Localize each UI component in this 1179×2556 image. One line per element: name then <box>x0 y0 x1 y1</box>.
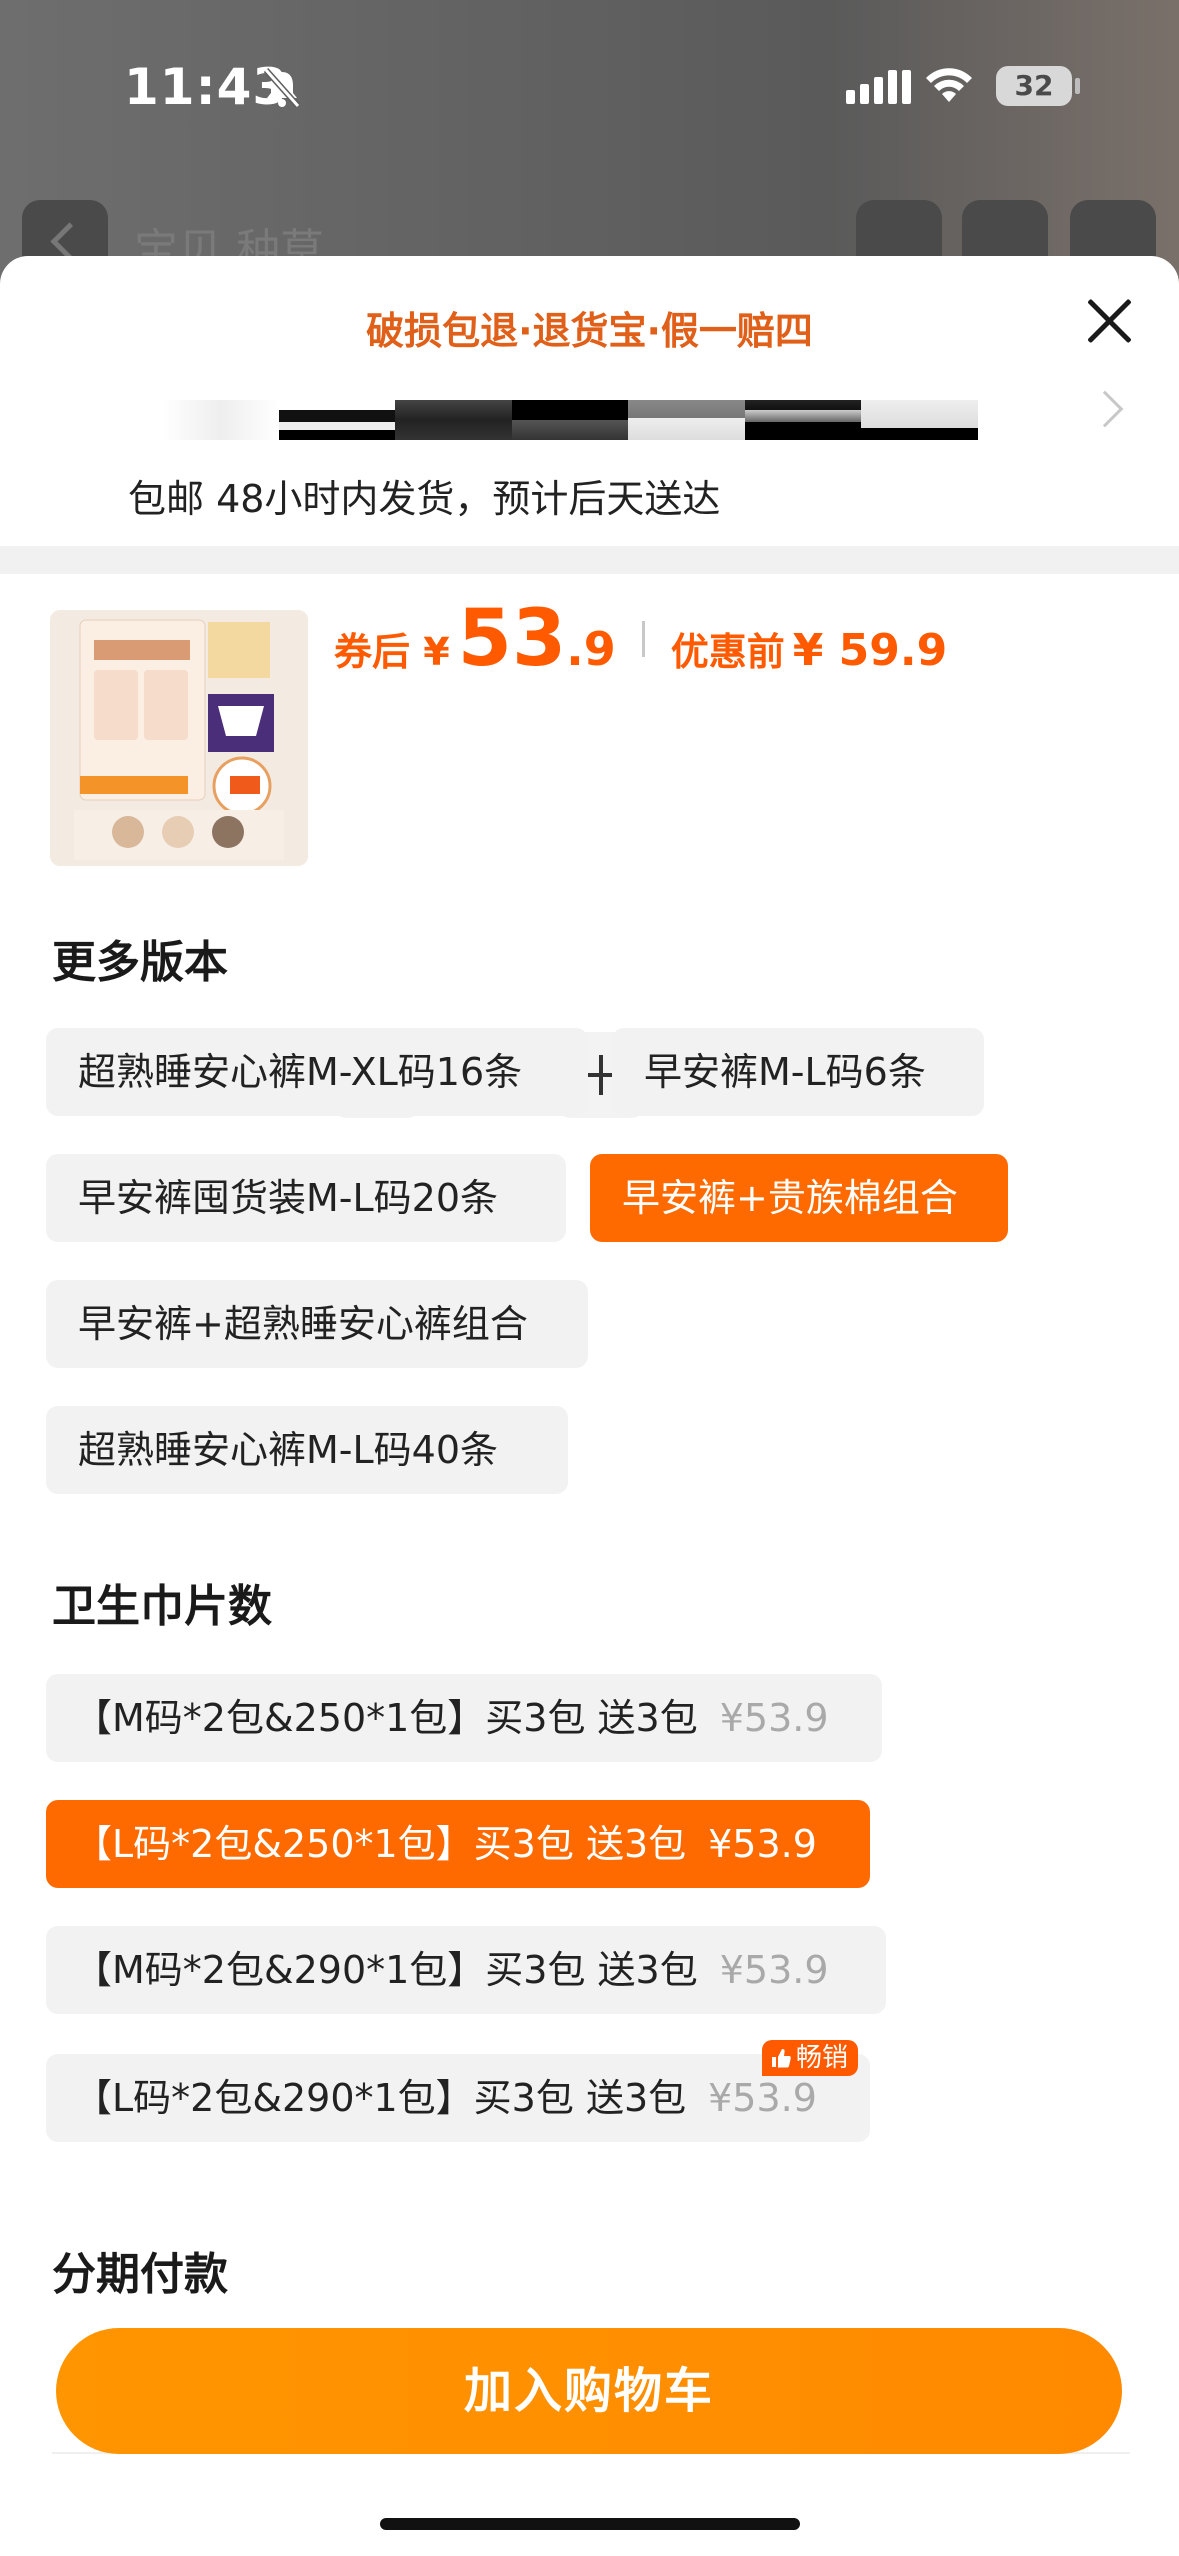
version-option[interactable]: 早安裤+超熟睡安心裤组合 <box>46 1280 588 1368</box>
divider <box>0 546 1179 574</box>
shipping-info: 包邮 48小时内发货，预计后天送达 <box>128 477 721 521</box>
product-image[interactable] <box>50 610 308 866</box>
pad-option-selected[interactable]: 【L码*2包&250*1包】买3包 送3包 ¥53.9 <box>46 1800 870 1888</box>
chevron-right-icon[interactable] <box>1086 390 1124 428</box>
pad-option-label: 【L码*2包&290*1包】买3包 送3包 <box>74 2076 687 2120</box>
wifi-icon <box>926 68 972 102</box>
battery-tip <box>1075 78 1080 94</box>
pad-option-price: ¥53.9 <box>719 1948 829 1992</box>
cellular-signal-icon <box>846 70 916 104</box>
pad-option-price: ¥53.9 <box>719 1696 829 1740</box>
versions-title: 更多版本 <box>52 937 228 988</box>
pad-option-price: ¥53.9 <box>708 1822 817 1866</box>
price-separator <box>641 621 645 657</box>
hot-badge-label: 畅销 <box>796 2043 849 2073</box>
pad-option-label: 【L码*2包&250*1包】买3包 送3包 <box>74 1822 687 1866</box>
price-integer: 53 <box>457 594 567 684</box>
hot-badge: 畅销 <box>762 2040 859 2076</box>
price-decimal: .9 <box>566 622 616 676</box>
version-option-selected[interactable]: 早安裤+贵族棉组合 <box>590 1154 1008 1242</box>
pad-option-price: ¥53.9 <box>708 2076 817 2120</box>
version-option[interactable]: 超熟睡安心裤M-XL码16条 <box>46 1028 588 1116</box>
battery-icon: 32 <box>996 66 1072 106</box>
service-guarantee[interactable]: 破损包退·退货宝·假一赔四 <box>0 300 1179 355</box>
version-option[interactable]: 超熟睡安心裤M-L码40条 <box>46 1406 568 1494</box>
version-option[interactable]: 早安裤囤货装M-L码20条 <box>46 1154 566 1242</box>
pad-option-label: 【M码*2包&250*1包】买3包 送3包 <box>74 1696 698 1740</box>
home-indicator[interactable] <box>380 2518 800 2530</box>
pads-title: 卫生巾片数 <box>52 1581 272 1632</box>
product-summary: 券后 ¥ 53 .9 优惠前 ¥ 59.9 1 有货 <box>0 574 1179 1118</box>
sku-selector-sheet: 破损包退·退货宝·假一赔四 包邮 48小时内发货，预计后天送达 券后 ¥ 53 … <box>0 256 1179 2556</box>
price-line: 券后 ¥ 53 .9 优惠前 ¥ 59.9 <box>334 594 947 684</box>
price-label: 券后 ¥ <box>334 630 450 674</box>
add-to-cart-button[interactable]: 加入购物车 <box>56 2328 1122 2454</box>
pad-option[interactable]: 【M码*2包&250*1包】买3包 送3包 ¥53.9 <box>46 1674 882 1762</box>
silent-bell-icon <box>263 68 301 108</box>
status-bar: 11:43 32 <box>0 0 1179 160</box>
thumbs-up-icon <box>772 2049 791 2068</box>
close-icon[interactable] <box>1080 290 1140 350</box>
installment-title: 分期付款 <box>52 2249 228 2300</box>
pad-option-label: 【M码*2包&290*1包】买3包 送3包 <box>74 1948 698 1992</box>
version-option[interactable]: 早安裤M-L码6条 <box>612 1028 984 1116</box>
original-price: ¥ 59.9 <box>792 625 948 676</box>
address-redacted[interactable] <box>162 400 979 440</box>
pad-option[interactable]: 【L码*2包&290*1包】买3包 送3包 ¥53.9 <box>46 2054 870 2142</box>
pad-option[interactable]: 【M码*2包&290*1包】买3包 送3包 ¥53.9 <box>46 1926 886 2014</box>
original-price-label: 优惠前 <box>670 630 785 674</box>
